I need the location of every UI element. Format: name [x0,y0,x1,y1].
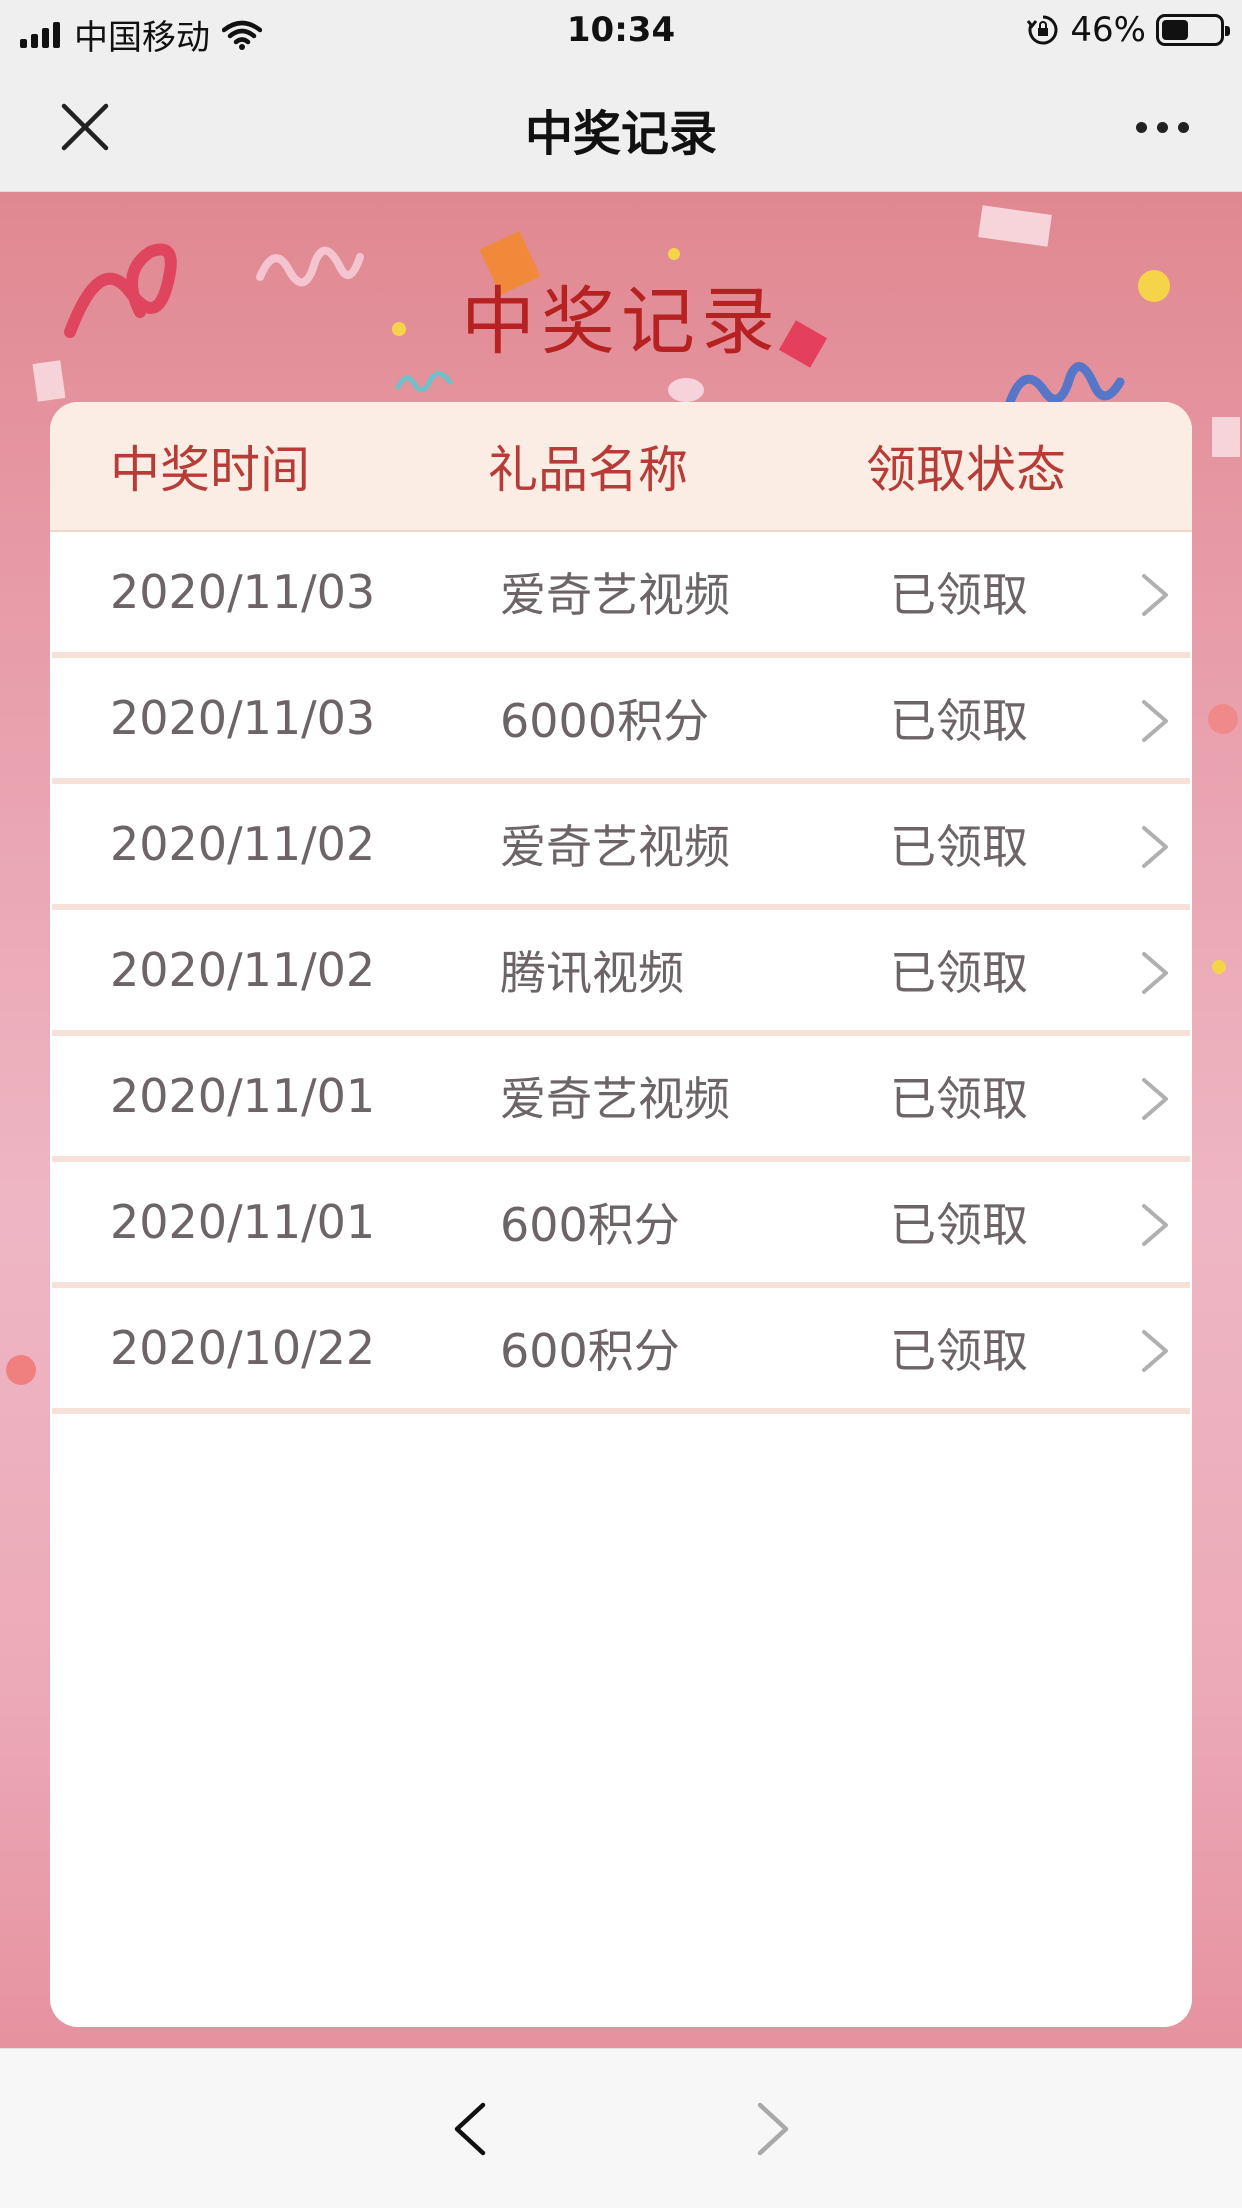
table-row[interactable]: 2020/11/01 爱奇艺视频 已领取 [52,1036,1190,1162]
battery-fill [1162,20,1188,40]
back-arrow-icon[interactable] [445,2099,495,2159]
status-right: 46% [1026,10,1230,50]
records-list: 2020/11/03 爱奇艺视频 已领取 2020/11/03 6000积分 已… [50,532,1192,1414]
chevron-right-icon [1142,1204,1168,1246]
confetti-dot [668,378,704,402]
record-gift: 600积分 [500,1198,680,1252]
record-status: 已领取 [890,820,1028,874]
record-gift: 爱奇艺视频 [500,1072,730,1126]
record-status: 已领取 [890,1198,1028,1252]
header-gift: 礼品名称 [488,441,688,499]
confetti-dot [6,1355,36,1385]
battery-icon [1156,14,1230,46]
confetti-piece [1212,417,1240,457]
record-date: 2020/11/01 [110,1069,376,1123]
record-status: 已领取 [890,1324,1028,1378]
record-date: 2020/11/01 [110,1195,376,1249]
table-row[interactable]: 2020/10/22 600积分 已领取 [52,1288,1190,1414]
more-icon [1135,121,1147,133]
nav-bar: 中奖记录 [0,62,1242,192]
confetti-ribbon-icon [395,371,453,393]
chevron-right-icon [1142,1330,1168,1372]
chevron-right-icon [1142,826,1168,868]
record-status: 已领取 [890,694,1028,748]
chevron-right-icon [1142,700,1168,742]
confetti-dot [1212,960,1226,974]
chevron-right-icon [1142,1078,1168,1120]
chevron-right-icon [1142,952,1168,994]
forward-arrow-icon[interactable] [748,2099,798,2159]
record-gift: 爱奇艺视频 [500,820,730,874]
record-gift: 腾讯视频 [500,946,684,1000]
record-date: 2020/10/22 [110,1321,376,1375]
records-card: 中奖时间 礼品名称 领取状态 2020/11/03 爱奇艺视频 已领取 2020… [50,402,1192,2027]
table-header: 中奖时间 礼品名称 领取状态 [50,402,1192,532]
battery-percent: 46% [1070,10,1146,50]
record-date: 2020/11/03 [110,565,376,619]
record-date: 2020/11/02 [110,943,376,997]
main-content: 中奖记录 中奖时间 礼品名称 领取状态 2020/11/03 爱奇艺视频 已领取… [0,192,1242,2048]
bottom-toolbar [0,2048,1242,2208]
confetti-dot [668,248,680,260]
record-gift: 600积分 [500,1324,680,1378]
record-status: 已领取 [890,1072,1028,1126]
table-row[interactable]: 2020/11/02 爱奇艺视频 已领取 [52,784,1190,910]
record-status: 已领取 [890,568,1028,622]
table-row[interactable]: 2020/11/03 6000积分 已领取 [52,658,1190,784]
table-row[interactable]: 2020/11/03 爱奇艺视频 已领取 [52,532,1190,658]
confetti-piece [978,205,1052,247]
record-date: 2020/11/03 [110,691,376,745]
record-gift: 爱奇艺视频 [500,568,730,622]
status-bar: 中国移动 10:34 46% [0,0,1242,62]
chevron-right-icon [1142,574,1168,616]
page-title: 中奖记录 [524,106,717,162]
record-gift: 6000积分 [500,694,710,748]
header-status: 领取状态 [866,441,1066,499]
table-row[interactable]: 2020/11/01 600积分 已领取 [52,1162,1190,1288]
record-date: 2020/11/02 [110,817,376,871]
table-row[interactable]: 2020/11/02 腾讯视频 已领取 [52,910,1190,1036]
record-status: 已领取 [890,946,1028,1000]
banner-title: 中奖记录 [461,279,781,365]
rotation-lock-icon [1027,15,1058,45]
confetti-dot [1208,704,1238,734]
more-button[interactable] [1122,102,1202,152]
header-time: 中奖时间 [110,441,310,499]
